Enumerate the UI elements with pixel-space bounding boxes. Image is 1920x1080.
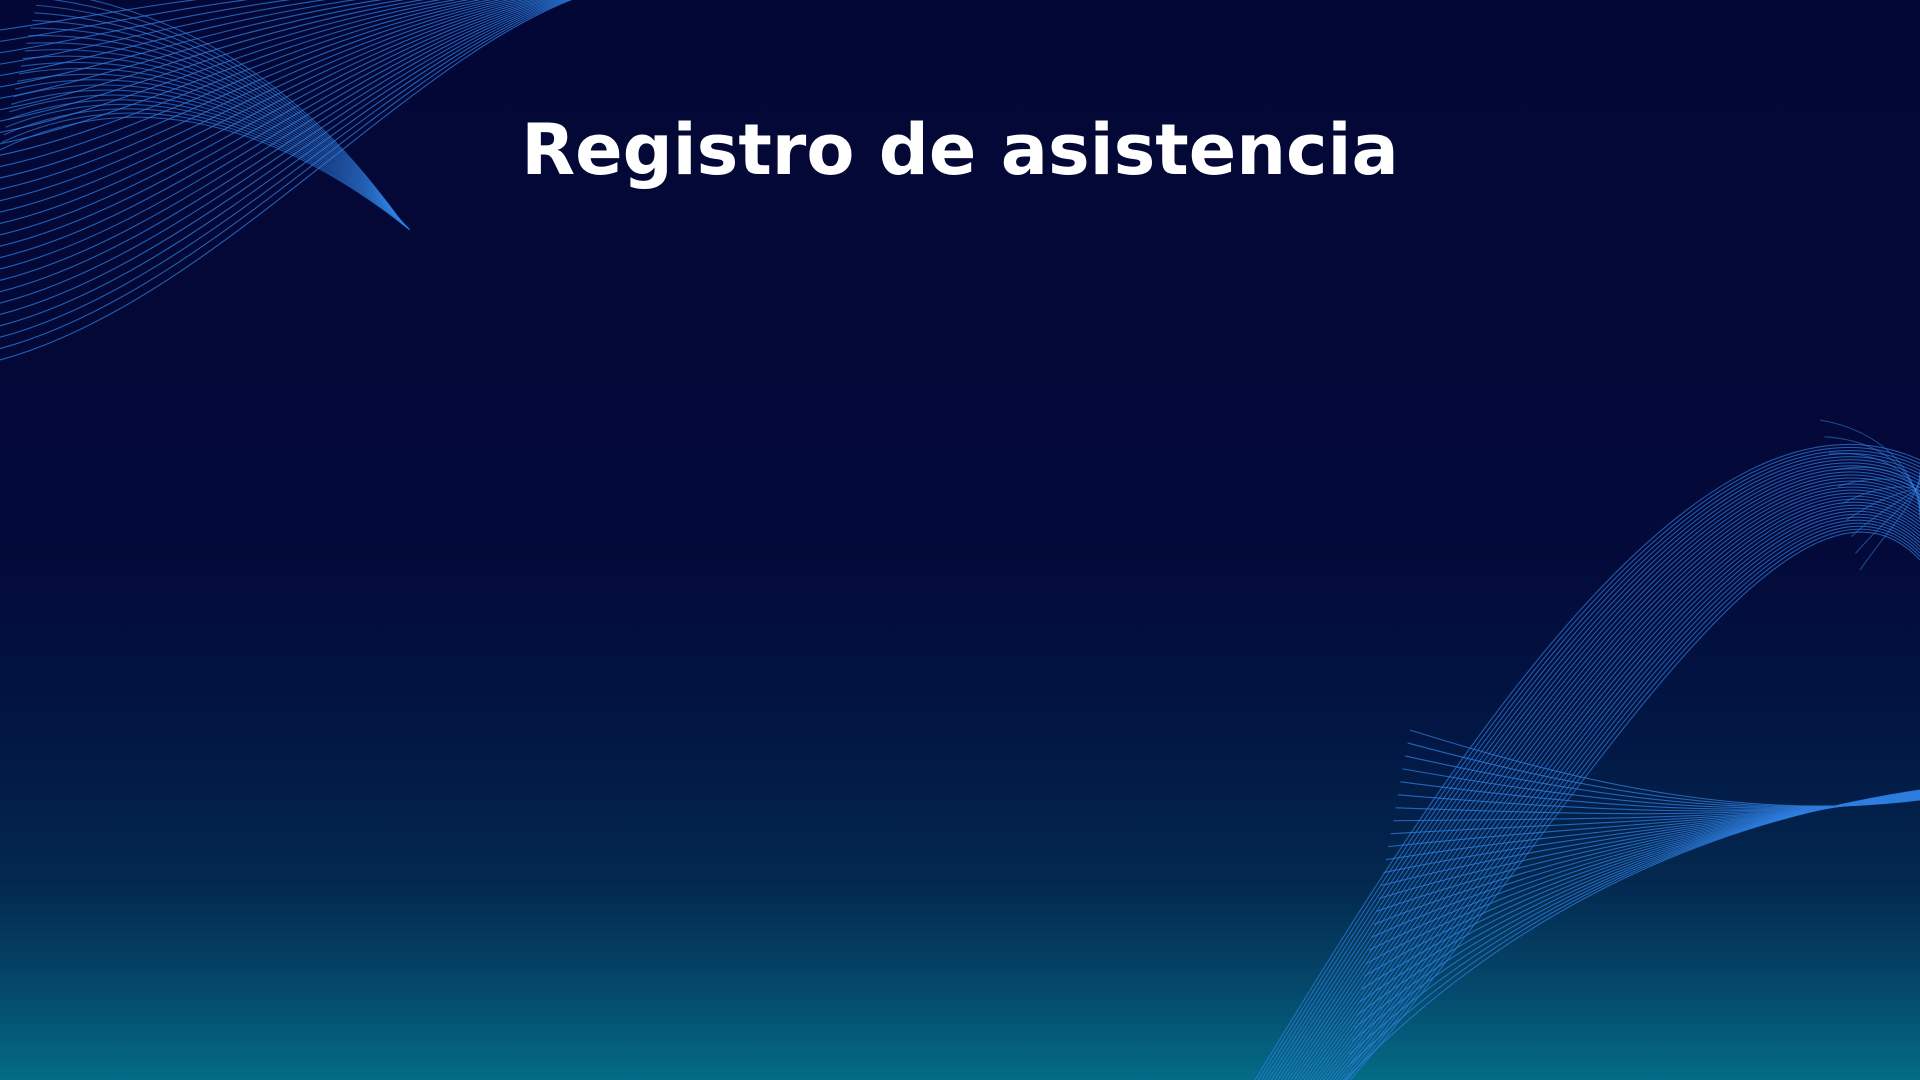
- wave-line: [1409, 729, 1920, 807]
- wave-line: [1333, 516, 1920, 1080]
- wave-line: [1402, 768, 1920, 809]
- slide-title: Registro de asistencia: [521, 109, 1399, 191]
- wave-line: [1390, 796, 1920, 835]
- wave-line: [1277, 465, 1920, 1080]
- wave-line: [1346, 528, 1920, 1080]
- wave-line: [1306, 492, 1920, 1080]
- wave-line: [1336, 519, 1920, 1080]
- wave-line: [1290, 477, 1920, 1080]
- wave-line: [1354, 790, 1920, 1029]
- wave-line: [1257, 447, 1920, 1080]
- wave-line: [1316, 501, 1920, 1080]
- slide-canvas: Registro de asistencia: [0, 0, 1920, 1080]
- wave-line: [1287, 474, 1920, 1080]
- wave-line: [1270, 459, 1920, 1080]
- wave-line: [1303, 489, 1920, 1080]
- wave-line: [1284, 471, 1920, 1080]
- wave-line: [1261, 450, 1920, 1080]
- wave-line: [1274, 462, 1920, 1080]
